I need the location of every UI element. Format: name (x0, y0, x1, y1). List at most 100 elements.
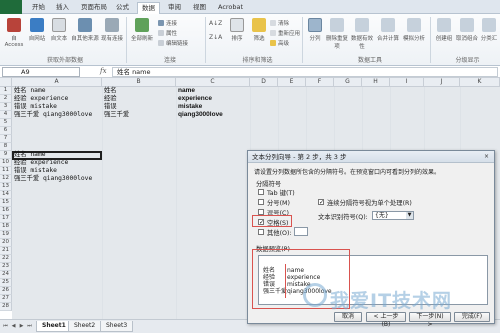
cell-a11[interactable]: 错误 mistake (14, 167, 57, 175)
sort-za-button[interactable]: Z↓A (209, 34, 222, 41)
tab-page-layout[interactable]: 页面布局 (77, 2, 111, 14)
row-header[interactable]: 24 (0, 271, 12, 279)
refresh-all-button[interactable]: 全部刷新 (130, 18, 154, 42)
tab-view[interactable]: 视图 (189, 2, 210, 14)
row-header[interactable]: 9 (0, 151, 12, 159)
tab-insert[interactable]: 插入 (52, 2, 73, 14)
row-header[interactable]: 22 (0, 255, 12, 263)
row-header[interactable]: 4 (0, 111, 12, 119)
from-access-button[interactable]: 自 Access (3, 18, 25, 48)
column-header-c[interactable]: C (176, 78, 250, 87)
existing-connections-button[interactable]: 现有连接 (101, 18, 123, 42)
row-header[interactable]: 13 (0, 183, 12, 191)
column-header-a[interactable]: A (12, 78, 102, 87)
column-header-j[interactable]: J (424, 78, 460, 87)
column-header-g[interactable]: G (334, 78, 362, 87)
row-header[interactable]: 3 (0, 103, 12, 111)
tab-acrobat[interactable]: Acrobat (214, 2, 247, 14)
row-header[interactable]: 25 (0, 279, 12, 287)
reapply-button[interactable]: 重新应用 (270, 29, 300, 37)
row-header[interactable]: 27 (0, 295, 12, 303)
last-sheet-icon[interactable]: ⏭ (26, 323, 33, 330)
row-header[interactable]: 20 (0, 239, 12, 247)
column-header-k[interactable]: K (460, 78, 500, 87)
row-header[interactable]: 1 (0, 87, 12, 95)
back-button[interactable]: < 上一步(B) (366, 312, 406, 328)
other-delimiter-input[interactable] (294, 227, 308, 236)
next-sheet-icon[interactable]: ▶ (18, 323, 25, 330)
row-header[interactable]: 6 (0, 127, 12, 135)
row-header[interactable]: 19 (0, 231, 12, 239)
cell-a10[interactable]: 经验 experience (14, 159, 68, 167)
what-if-analysis-button[interactable]: 模拟分析 (402, 18, 426, 42)
edit-links-button[interactable]: 编辑链接 (158, 39, 188, 47)
from-web-button[interactable]: 自网站 (27, 18, 47, 42)
column-header-b[interactable]: B (102, 78, 176, 87)
column-header-h[interactable]: H (362, 78, 390, 87)
row-header[interactable]: 8 (0, 143, 12, 151)
from-text-button[interactable]: 自文本 (49, 18, 69, 42)
text-to-columns-button[interactable]: 分列 (306, 18, 324, 42)
finish-button[interactable]: 完成(F) (454, 312, 490, 322)
cell-b1[interactable]: 姓名 (104, 87, 117, 95)
row-header[interactable]: 15 (0, 199, 12, 207)
tab-formulas[interactable]: 公式 (112, 2, 133, 14)
text-qualifier-select[interactable]: {无} ▼ (372, 211, 414, 220)
row-header[interactable]: 21 (0, 247, 12, 255)
cell-c1[interactable]: name (178, 87, 195, 95)
prev-sheet-icon[interactable]: ◀ (10, 323, 17, 330)
column-header-d[interactable]: D (250, 78, 278, 87)
column-header-e[interactable]: E (278, 78, 306, 87)
remove-duplicates-button[interactable]: 删除重复项 (326, 18, 348, 50)
sort-az-button[interactable]: A↓Z (209, 20, 222, 27)
advanced-filter-button[interactable]: 高级 (270, 39, 289, 47)
row-header[interactable]: 10 (0, 159, 12, 167)
row-header[interactable]: 26 (0, 287, 12, 295)
cell-b4[interactable]: 强三千爱 (104, 111, 129, 119)
close-icon[interactable]: × (482, 153, 491, 161)
sort-button[interactable]: 排序 (228, 18, 246, 42)
row-header[interactable]: 2 (0, 95, 12, 103)
row-header[interactable]: 18 (0, 223, 12, 231)
row-header[interactable]: 12 (0, 175, 12, 183)
connections-button[interactable]: 连接 (158, 19, 177, 27)
properties-button[interactable]: 属性 (158, 29, 177, 37)
sheet-tab-1[interactable]: Sheet1 (36, 321, 72, 332)
cell-c3[interactable]: mistake (178, 103, 202, 111)
file-tab[interactable] (0, 0, 22, 14)
cell-a3[interactable]: 错误 mistake (14, 103, 57, 111)
formula-input[interactable]: 姓名 name (112, 67, 498, 77)
cell-a4[interactable]: 强三千爱 qiang3000love (14, 111, 92, 119)
next-button[interactable]: 下一步(N) > (409, 312, 451, 328)
subtotal-button[interactable]: 分类汇 (480, 18, 498, 42)
column-header-i[interactable]: I (390, 78, 424, 87)
data-validation-button[interactable]: 数据有效性 (350, 18, 374, 50)
first-sheet-icon[interactable]: ⏮ (2, 323, 9, 330)
cell-b2[interactable]: 经验 (104, 95, 117, 103)
select-all-corner[interactable] (0, 78, 12, 87)
tab-home[interactable]: 开始 (28, 2, 49, 14)
cell-a1[interactable]: 姓名 name (14, 87, 46, 95)
cell-a12[interactable]: 强三千爱 qiang3000love (14, 175, 92, 183)
row-header[interactable]: 17 (0, 215, 12, 223)
row-header[interactable]: 11 (0, 167, 12, 175)
filter-button[interactable]: 筛选 (250, 18, 268, 42)
row-header[interactable]: 16 (0, 207, 12, 215)
cancel-button[interactable]: 取消 (334, 312, 362, 322)
consolidate-button[interactable]: 合并计算 (376, 18, 400, 42)
tab-checkbox[interactable] (258, 189, 264, 195)
cell-a2[interactable]: 经验 experience (14, 95, 68, 103)
cell-c4[interactable]: qiang3000love (178, 111, 223, 119)
row-header[interactable]: 7 (0, 135, 12, 143)
row-header[interactable]: 28 (0, 303, 12, 311)
column-header-f[interactable]: F (306, 78, 334, 87)
ungroup-button[interactable]: 取消组合 (456, 18, 478, 42)
sheet-tab-3[interactable]: Sheet3 (100, 321, 134, 332)
semicolon-checkbox[interactable] (258, 199, 264, 205)
group-button[interactable]: 创建组 (434, 18, 454, 42)
name-box[interactable]: A9 (2, 67, 80, 77)
cell-b3[interactable]: 错误 (104, 103, 117, 111)
cell-a9[interactable]: 姓名 name (14, 151, 46, 159)
tab-review[interactable]: 审阅 (164, 2, 185, 14)
row-header[interactable]: 5 (0, 119, 12, 127)
